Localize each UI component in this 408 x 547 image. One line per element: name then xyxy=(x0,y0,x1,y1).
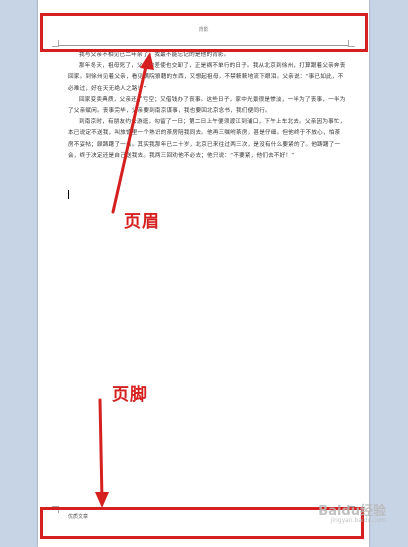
footer-arrow-line xyxy=(98,398,104,502)
baidu-watermark: Baidu经验 jingyan.baidu.com xyxy=(318,500,386,524)
header-arrow-head xyxy=(140,52,154,70)
footer-annotation-label: 页脚 xyxy=(112,385,148,405)
annotation-arrows xyxy=(95,52,154,508)
header-arrow-line xyxy=(111,60,149,214)
header-annotation-label: 页眉 xyxy=(124,212,160,232)
footer-arrow-head xyxy=(95,492,109,508)
